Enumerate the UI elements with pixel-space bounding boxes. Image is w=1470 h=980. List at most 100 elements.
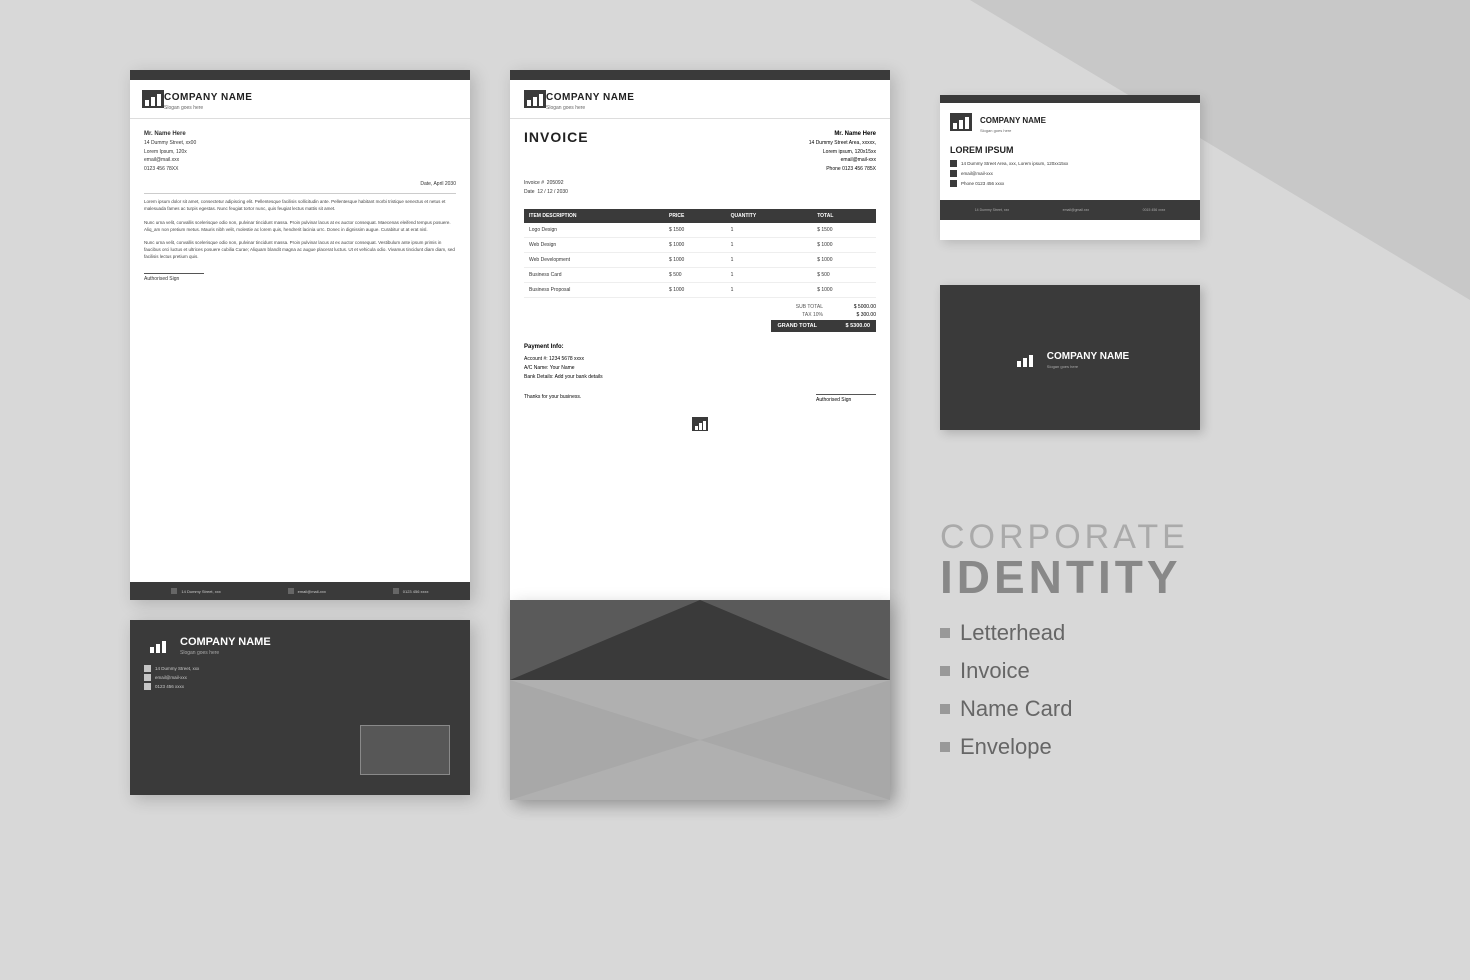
ci-bullet (940, 628, 950, 638)
lh-para2: Nunc urna velit, convallis scelerisque o… (144, 219, 456, 233)
nc-footer-address: 14 Dummy Street, xxx (975, 208, 1009, 212)
lh-sender-phone: 0123 456 78XX (144, 165, 456, 174)
lh-divider (144, 193, 456, 194)
bar2 (959, 120, 963, 129)
inv-number: 205092 (547, 180, 564, 186)
lh-company-name: COMPANY NAME (164, 92, 252, 103)
inv-meta: Invoice # 205092 Date 12 / 12 / 2030 (510, 179, 890, 203)
bar3 (162, 641, 166, 653)
lh-company-info: COMPANY NAME Slogan goes here (164, 87, 252, 111)
ci-bullet (940, 742, 950, 752)
bar1 (145, 100, 149, 106)
lh-footer-email-icon (288, 588, 294, 594)
item-qty: 1 (726, 283, 813, 298)
ci-list-item: Name Card (940, 696, 1390, 722)
inv-recipient-phone: Phone 0123 456 785X (809, 165, 876, 174)
ci-list-item: Envelope (940, 734, 1390, 760)
letterhead-document: COMPANY NAME Slogan goes here Mr. Name H… (130, 70, 470, 600)
env-phone-icon (144, 683, 151, 690)
env-flap (510, 600, 890, 680)
inv-thanks: Thanks for your business. (524, 394, 581, 403)
subtotal-amount: $ 5000.00 (831, 304, 876, 310)
env-dark-company-info: COMPANY NAME Slogan goes here (180, 632, 271, 656)
item-price: $ 500 (664, 268, 726, 283)
ci-bullet (940, 704, 950, 714)
item-total: $ 500 (812, 268, 876, 283)
env-flap-triangle (510, 600, 890, 680)
ci-list-item: Invoice (940, 658, 1390, 684)
account-info: Account #: 1234 5678 xxxx (524, 355, 876, 364)
bar3 (157, 94, 161, 106)
grand-total-amount: $ 5300.00 (825, 323, 870, 329)
bar3 (1029, 355, 1033, 367)
env-dark-info: 14 Dummy Street, xxx email@mail-xxx 0123… (130, 664, 470, 691)
bar1 (953, 123, 957, 129)
inv-table-head: ITEM DESCRIPTION PRICE QUANTITY TOTAL (524, 209, 876, 223)
env-white-inner (510, 600, 890, 800)
item-total: $ 1000 (812, 238, 876, 253)
env-dark-logo-icon (144, 633, 172, 655)
table-row: Logo Design $ 1500 1 $ 1500 (524, 223, 876, 238)
nc-address-text: 14 Dummy Street Area, xxx, Lorem ipsum, … (961, 161, 1068, 166)
env-dark-slogan: Slogan goes here (180, 650, 271, 656)
tax-label: TAX 10% (802, 312, 823, 318)
env-phone-text: 0123 456 xxxx (155, 682, 184, 691)
sb2 (699, 423, 702, 430)
lh-body: Mr. Name Here 14 Dummy Street, xx00 Lore… (130, 119, 470, 292)
table-row: Web Development $ 1000 1 $ 1000 (524, 253, 876, 268)
lh-footer-phone: 0123 456 xxxx (403, 589, 429, 594)
lh-slogan: Slogan goes here (164, 105, 252, 111)
env-left-flap (510, 680, 700, 800)
tax-amount: $ 300.00 (831, 312, 876, 318)
table-row: Business Card $ 500 1 $ 500 (524, 268, 876, 283)
lh-footer: 14 Dummy Street, xxx email@mail-xxx 0123… (130, 582, 470, 600)
namecard-front: COMPANY NAME Slogan goes here LOREM IPSU… (940, 95, 1200, 240)
item-desc: Business Proposal (524, 283, 664, 298)
ci-bullet (940, 666, 950, 676)
lh-date: Date, April 2030 (144, 181, 456, 187)
nc-phone-text: Phone 0123 456 xxxx (961, 181, 1004, 186)
lh-sign: Authorised Sign (144, 273, 456, 282)
item-price: $ 1000 (664, 238, 726, 253)
item-qty: 1 (726, 223, 813, 238)
inv-recipient-email: email@mail-xxx (809, 156, 876, 165)
ci-list: Letterhead Invoice Name Card Envelope (940, 620, 1390, 760)
lh-footer-phone-icon (393, 588, 399, 594)
nc-email-row: email@mail-xxx (950, 170, 1190, 177)
inv-recipient-address: 14 Dummy Street Area, xxxxx, (809, 139, 876, 148)
nc-person-name: LOREM IPSUM (950, 145, 1190, 155)
inv-date: 12 / 12 / 2030 (537, 189, 568, 195)
ci-list-item: Letterhead (940, 620, 1390, 646)
lh-sender-name: Mr. Name Here (144, 129, 456, 139)
inv-number-row: Invoice # 205092 (524, 179, 876, 188)
inv-footer-logo (510, 409, 890, 437)
lh-sign-line (144, 273, 204, 274)
inv-table-body: Logo Design $ 1500 1 $ 1500 Web Design $… (524, 223, 876, 298)
inv-sign-row: Thanks for your business. Authorised Sig… (510, 388, 890, 409)
lh-para3: Nunc urna velit, convallis scelerisque o… (144, 239, 456, 261)
inv-company-name: COMPANY NAME (546, 92, 634, 103)
bar2 (156, 644, 160, 653)
nc-footer-phone: 0015 456 xxxx (1143, 208, 1166, 212)
nc-email-text: email@mail-xxx (961, 171, 993, 176)
inv-recipient: Mr. Name Here 14 Dummy Street Area, xxxx… (809, 129, 876, 173)
inv-slogan: Slogan goes here (546, 105, 634, 111)
lh-footer-email: email@mail-xxx (298, 589, 326, 594)
ncb-content: COMPANY NAME Slogan goes here (940, 285, 1200, 430)
nc-front-logo-icon (950, 113, 972, 131)
env-address-icon (144, 665, 151, 672)
lh-top-bar (130, 70, 470, 80)
env-email-icon (144, 674, 151, 681)
env-dark-company-name: COMPANY NAME (180, 636, 271, 648)
inv-table: ITEM DESCRIPTION PRICE QUANTITY TOTAL Lo… (524, 209, 876, 298)
lh-sender-address: 14 Dummy Street, xx00 (144, 139, 456, 148)
sb1 (695, 426, 698, 430)
grand-total-row: GRAND TOTAL $ 5300.00 (771, 320, 876, 332)
item-price: $ 1000 (664, 283, 726, 298)
env-address-text: 14 Dummy Street, xxx (155, 664, 199, 673)
corporate-identity-section: CORPORATE IDENTITY Letterhead Invoice Na… (940, 520, 1390, 772)
env-window (360, 725, 450, 775)
inv-logo-icon (524, 90, 546, 108)
item-desc: Business Card (524, 268, 664, 283)
namecard-back: COMPANY NAME Slogan goes here (940, 285, 1200, 430)
